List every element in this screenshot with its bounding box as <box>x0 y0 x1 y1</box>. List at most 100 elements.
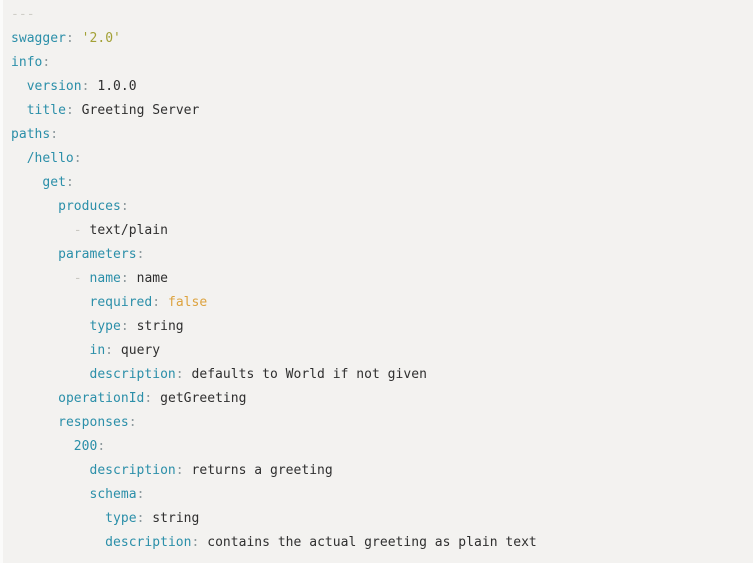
yaml-key: operationId <box>58 391 145 406</box>
yaml-key: responses <box>58 415 129 430</box>
yaml-value: name <box>136 271 168 286</box>
yaml-value: string <box>136 319 184 334</box>
yaml-colon: : <box>73 151 82 166</box>
yaml-key: required <box>89 295 153 310</box>
token-whitespace <box>152 391 160 406</box>
yaml-key: produces <box>58 199 121 214</box>
yaml-list-dash: - <box>73 271 82 286</box>
code-line: description: returns a greeting <box>11 459 753 483</box>
yaml-list-dash: - <box>73 223 82 238</box>
code-line: swagger: '2.0' <box>11 27 753 51</box>
token-whitespace <box>184 367 192 382</box>
code-line: responses: <box>11 411 753 435</box>
yaml-colon: : <box>65 175 74 190</box>
yaml-colon: : <box>65 103 74 118</box>
yaml-value: 1.0.0 <box>97 79 137 94</box>
code-line: --- <box>11 3 753 27</box>
code-line: get: <box>11 171 753 195</box>
yaml-key: paths <box>11 127 51 142</box>
yaml-colon: : <box>128 415 137 430</box>
yaml-document-start-marker: --- <box>11 7 35 22</box>
yaml-colon: : <box>136 487 145 502</box>
code-line: type: string <box>11 507 753 531</box>
yaml-colon: : <box>105 343 114 358</box>
yaml-colon: : <box>152 295 161 310</box>
yaml-key: in <box>89 343 106 358</box>
code-line: operationId: getGreeting <box>11 387 753 411</box>
code-line: parameters: <box>11 243 753 267</box>
code-line: type: string <box>11 315 753 339</box>
code-line: /hello: <box>11 147 753 171</box>
yaml-colon: : <box>50 127 59 142</box>
code-line: info: <box>11 51 753 75</box>
code-line: 200: <box>11 435 753 459</box>
token-whitespace <box>74 103 82 118</box>
token-whitespace <box>113 343 121 358</box>
code-line: required: false <box>11 291 753 315</box>
yaml-key: description <box>89 463 176 478</box>
yaml-value: text/plain <box>89 223 168 238</box>
code-line: description: defaults to World if not gi… <box>11 363 753 387</box>
yaml-colon: : <box>136 247 145 262</box>
code-line: - text/plain <box>11 219 753 243</box>
yaml-key: get <box>42 175 66 190</box>
yaml-key: name <box>89 271 121 286</box>
code-line: in: query <box>11 339 753 363</box>
code-line: paths: <box>11 123 753 147</box>
yaml-key: 200 <box>73 439 98 454</box>
yaml-key: parameters <box>58 247 137 262</box>
yaml-value: Greeting Server <box>81 103 200 118</box>
token-whitespace <box>184 463 192 478</box>
yaml-code-viewer[interactable]: --- swagger: '2.0' info: version: 1.0.0 ti… <box>0 0 753 563</box>
token-whitespace <box>129 271 137 286</box>
code-line: produces: <box>11 195 753 219</box>
yaml-key: schema <box>89 487 137 502</box>
yaml-colon: : <box>42 55 51 70</box>
yaml-key: title <box>26 103 66 118</box>
yaml-colon: : <box>65 31 74 46</box>
token-whitespace <box>160 295 168 310</box>
yaml-key: description <box>89 367 176 382</box>
yaml-colon: : <box>120 271 129 286</box>
code-line: description: contains the actual greetin… <box>11 531 753 555</box>
code-line-list[interactable]: --- swagger: '2.0' info: version: 1.0.0 ti… <box>11 3 753 555</box>
token-whitespace <box>82 223 90 238</box>
yaml-key: description <box>105 535 192 550</box>
yaml-value: getGreeting <box>160 391 247 406</box>
yaml-value: query <box>120 343 161 358</box>
code-line: title: Greeting Server <box>11 99 753 123</box>
token-whitespace <box>82 271 90 286</box>
yaml-colon: : <box>97 439 106 454</box>
yaml-key: swagger <box>11 31 66 46</box>
yaml-value: returns a greeting <box>191 463 333 478</box>
yaml-key: info <box>11 55 43 70</box>
yaml-string-literal: '2.0' <box>81 31 121 46</box>
yaml-colon: : <box>81 79 90 94</box>
token-whitespace <box>129 319 137 334</box>
yaml-colon: : <box>120 199 129 214</box>
yaml-key: type <box>105 511 137 526</box>
code-line: schema: <box>11 483 753 507</box>
yaml-colon: : <box>120 319 129 334</box>
code-line: version: 1.0.0 <box>11 75 753 99</box>
yaml-key: version <box>26 79 82 94</box>
